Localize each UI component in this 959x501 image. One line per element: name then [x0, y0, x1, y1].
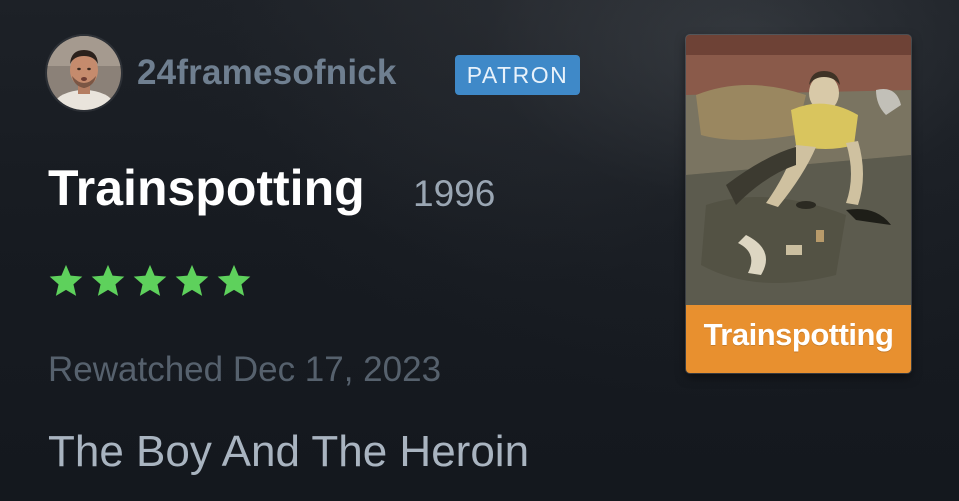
star-icon — [217, 264, 251, 296]
star-icon — [175, 264, 209, 296]
review-text: The Boy And The Heroin — [48, 427, 530, 476]
patron-badge: PATRON — [455, 55, 580, 95]
poster-title: Trainspotting — [703, 317, 894, 352]
star-icon — [49, 264, 83, 296]
film-title-link[interactable]: Trainspotting — [48, 158, 365, 218]
avatar[interactable] — [47, 36, 121, 110]
poster-image — [686, 35, 911, 305]
star-rating — [47, 262, 253, 300]
film-year-link[interactable]: 1996 — [413, 172, 495, 216]
watch-date: Rewatched Dec 17, 2023 — [48, 350, 442, 389]
star-icon — [133, 264, 167, 296]
review-card: 24framesofnick PATRON Trainspotting 1996… — [0, 0, 959, 501]
star-icon — [91, 264, 125, 296]
username-link[interactable]: 24framesofnick — [137, 52, 397, 94]
film-poster[interactable]: Trainspotting — [686, 35, 911, 373]
